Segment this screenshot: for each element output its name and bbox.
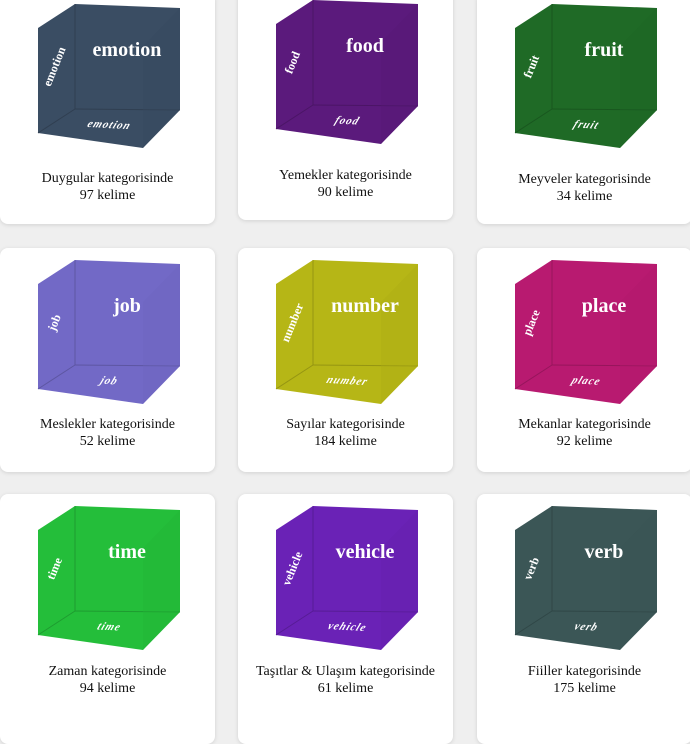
- cube-icon: foodfoodfood: [275, 0, 419, 144]
- category-caption: Mekanlar kategorisinde 92 kelime: [477, 416, 690, 450]
- category-caption: Taşıtlar & Ulaşım kategorisinde 61 kelim…: [238, 663, 453, 697]
- category-card-vehicle[interactable]: vehicle vehicle vehicle Taşıtlar & Ulaşım …: [238, 494, 453, 744]
- category-caption: Fiiller kategorisinde 175 kelime: [477, 663, 690, 697]
- category-card-emotion[interactable]: emotion emotion emotion Duygular kategoris…: [0, 0, 215, 224]
- cube-word-back: emotion: [93, 39, 162, 61]
- cube-word-back: time: [108, 541, 146, 563]
- cube-word-back: place: [582, 295, 627, 317]
- category-name: Taşıtlar & Ulaşım kategorisinde: [255, 664, 436, 679]
- category-count: 90 kelime: [317, 185, 374, 200]
- cube-word-bottom: time: [95, 621, 123, 634]
- category-count: 175 kelime: [553, 681, 616, 696]
- category-name: Yemekler kategorisinde: [279, 168, 412, 183]
- category-caption: Duygular kategorisinde 97 kelime: [0, 170, 215, 204]
- category-caption: Meslekler kategorisinde 52 kelime: [0, 416, 215, 450]
- category-caption: Meyveler kategorisinde 34 kelime: [477, 171, 690, 205]
- category-count: 184 kelime: [314, 434, 377, 449]
- category-name: Duygular kategorisinde: [41, 171, 174, 186]
- category-card-time[interactable]: time time time Zaman kategorisinde 94 keli…: [0, 494, 215, 744]
- category-card-place[interactable]: place place place Mekanlar kategorisinde 9…: [477, 248, 690, 472]
- category-count: 92 kelime: [556, 434, 613, 449]
- category-card-verb[interactable]: verb verb verb Fiiller kategorisinde 175 k…: [477, 494, 690, 744]
- cube-word-bottom: fruit: [571, 119, 600, 132]
- category-card-job[interactable]: job job job Meslekler kategorisinde 52 kel…: [0, 248, 215, 472]
- cube-word-back: fruit: [585, 39, 624, 61]
- category-name: Meyveler kategorisinde: [518, 172, 651, 187]
- category-name: Meslekler kategorisinde: [40, 417, 175, 432]
- cube-word-bottom: emotion: [85, 118, 133, 132]
- cube-icon: verbverbverb: [514, 506, 658, 650]
- category-name: Mekanlar kategorisinde: [518, 417, 651, 432]
- category-count: 94 kelime: [79, 681, 136, 696]
- cube-icon: numbernumbernumber: [275, 260, 419, 404]
- category-name: Zaman kategorisinde: [48, 664, 167, 679]
- category-count: 52 kelime: [79, 434, 136, 449]
- cube-word-bottom: number: [325, 374, 370, 388]
- cube-word-back: verb: [585, 541, 624, 563]
- category-card-fruit[interactable]: fruit fruit fruit Meyveler kategorisinde 3…: [477, 0, 690, 224]
- category-card-food[interactable]: food food food Yemekler kategorisinde 90 k…: [238, 0, 453, 220]
- category-caption: Zaman kategorisinde 94 kelime: [0, 663, 215, 697]
- cube-word-back: number: [331, 295, 399, 317]
- cube-word-bottom: verb: [572, 621, 600, 634]
- cube-word-back: vehicle: [336, 541, 395, 563]
- category-card-number[interactable]: number number number Sayılar kategorisinde…: [238, 248, 453, 472]
- cube-word-back: job: [112, 295, 141, 317]
- category-count: 97 kelime: [79, 188, 136, 203]
- category-caption: Yemekler kategorisinde 90 kelime: [238, 167, 453, 201]
- cube-icon: fruitfruitfruit: [514, 4, 658, 148]
- category-count: 34 kelime: [556, 189, 613, 204]
- cube-word-bottom: place: [569, 374, 603, 387]
- cube-icon: vehiclevehiclevehicle: [275, 506, 419, 650]
- cube-word-back: food: [346, 35, 384, 57]
- category-name: Sayılar kategorisinde: [286, 417, 405, 432]
- category-caption: Sayılar kategorisinde 184 kelime: [238, 416, 453, 450]
- cube-icon: timetimetime: [37, 506, 181, 650]
- cube-word-bottom: vehicle: [326, 620, 369, 634]
- cube-word-bottom: food: [333, 115, 361, 128]
- cube-icon: jobjobjob: [37, 260, 181, 404]
- cube-icon: placeplaceplace: [514, 260, 658, 404]
- category-name: Fiiller kategorisinde: [527, 664, 642, 679]
- category-count: 61 kelime: [317, 681, 374, 696]
- cube-icon: emotionemotionemotion: [37, 4, 181, 148]
